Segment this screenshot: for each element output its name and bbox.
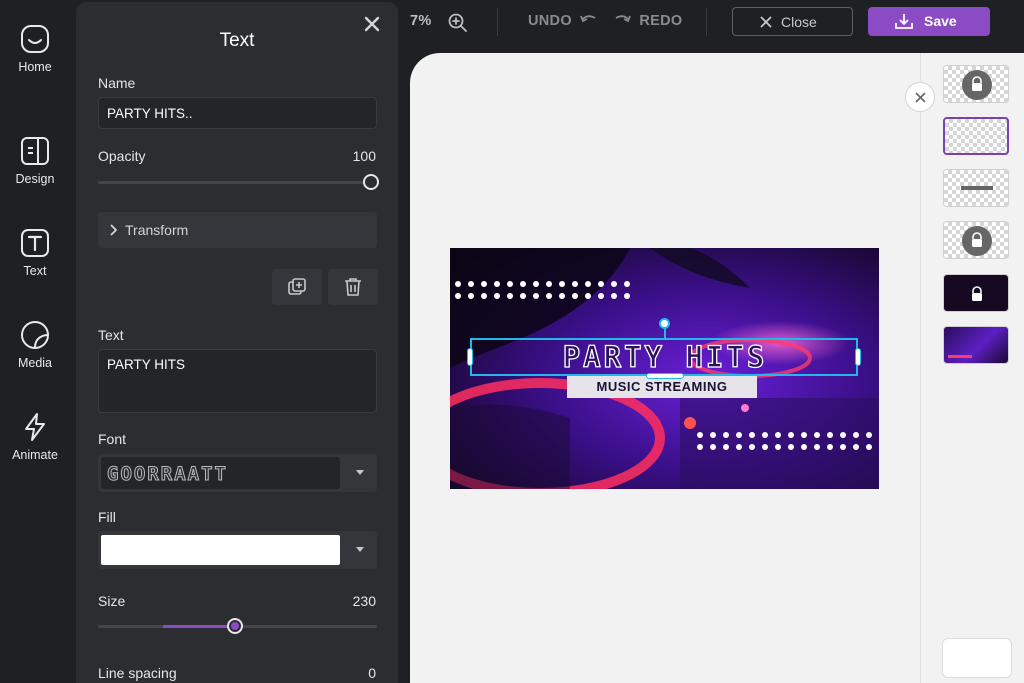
redo-button[interactable]: REDO xyxy=(614,13,682,29)
rail-animate-label: Animate xyxy=(12,448,58,462)
zoom-in-icon[interactable] xyxy=(448,13,467,32)
font-preview: GOORRAATT xyxy=(101,457,340,489)
home-icon xyxy=(21,25,49,53)
dot-pattern-top xyxy=(455,281,630,299)
fill-color-swatch[interactable] xyxy=(101,535,340,565)
redo-label: REDO xyxy=(639,13,683,29)
rail-design[interactable]: Design xyxy=(0,136,70,186)
fill-select[interactable] xyxy=(98,531,377,569)
transform-label: Transform xyxy=(125,222,189,238)
photo-preview-accent xyxy=(948,355,972,358)
download-icon xyxy=(895,14,913,29)
resize-handle-left[interactable] xyxy=(467,348,473,366)
layers-close-button[interactable] xyxy=(905,82,935,112)
font-label: Font xyxy=(98,431,127,447)
line-spacing-value: 0 xyxy=(368,665,376,681)
undo-button[interactable]: UNDO xyxy=(528,13,597,29)
subtitle-bar[interactable]: MUSIC STREAMING xyxy=(567,376,757,398)
chevron-down-icon xyxy=(356,547,364,552)
size-label: Size xyxy=(98,593,126,609)
rail-home[interactable]: Home xyxy=(0,24,70,74)
close-button[interactable]: Close xyxy=(732,7,853,36)
save-button[interactable]: Save xyxy=(868,7,990,36)
close-icon xyxy=(915,92,926,103)
redo-icon xyxy=(615,15,631,23)
trash-icon xyxy=(345,278,361,296)
add-layer-button[interactable] xyxy=(942,638,1012,678)
close-icon xyxy=(760,16,772,28)
duplicate-icon xyxy=(288,278,306,295)
lock-badge xyxy=(962,70,992,100)
media-icon xyxy=(21,321,50,349)
chevron-right-icon xyxy=(110,224,118,236)
size-value: 230 xyxy=(352,593,376,609)
layer-thumb-1[interactable] xyxy=(943,65,1009,103)
opacity-value: 100 xyxy=(352,148,376,164)
layer-thumb-4[interactable] xyxy=(943,221,1009,259)
dot-pattern-bottom xyxy=(697,432,872,450)
rotate-handle[interactable] xyxy=(659,318,670,329)
opacity-label: Opacity xyxy=(98,148,146,164)
animate-icon xyxy=(25,413,45,441)
lock-badge xyxy=(962,226,992,256)
text-label: Text xyxy=(98,327,124,343)
divider xyxy=(497,8,498,36)
design-canvas[interactable]: MUSIC STREAMING PARTY HITS xyxy=(410,53,920,683)
font-select[interactable]: GOORRAATT xyxy=(98,454,377,492)
name-label: Name xyxy=(98,75,136,91)
resize-handle-bottom[interactable] xyxy=(646,373,684,379)
layer-thumb-6-photo[interactable] xyxy=(943,326,1009,364)
lock-icon xyxy=(972,286,982,301)
close-icon[interactable] xyxy=(362,14,382,34)
zoom-level: 7% xyxy=(410,13,432,29)
name-input[interactable]: PARTY HITS.. xyxy=(98,97,377,129)
close-label: Close xyxy=(781,14,817,30)
text-icon xyxy=(21,229,49,257)
text-input[interactable]: PARTY HITS xyxy=(98,349,377,413)
rail-text[interactable]: Text xyxy=(0,228,70,278)
text-properties-panel: Text Name PARTY HITS.. Opacity 100 Trans… xyxy=(76,2,398,683)
undo-icon xyxy=(580,15,596,23)
rail-home-label: Home xyxy=(18,60,52,74)
resize-handle-right[interactable] xyxy=(855,348,861,366)
opacity-slider-thumb[interactable] xyxy=(363,174,379,190)
delete-button[interactable] xyxy=(328,269,378,305)
layers-panel xyxy=(905,53,1024,683)
opacity-slider-track[interactable] xyxy=(98,181,377,184)
transform-expander[interactable]: Transform xyxy=(98,212,377,248)
panel-title: Text xyxy=(219,30,255,51)
selection-box[interactable] xyxy=(467,318,861,379)
rail-design-label: Design xyxy=(15,172,55,186)
chevron-down-icon xyxy=(356,470,364,475)
layer-thumb-2-selected[interactable] xyxy=(943,117,1009,155)
lock-icon xyxy=(972,76,982,91)
lock-icon xyxy=(972,232,982,247)
size-slider-thumb[interactable] xyxy=(226,618,243,634)
rail-media-label: Media xyxy=(17,356,53,370)
line-spacing-label: Line spacing xyxy=(98,665,177,681)
side-rail: Home Design Text Media Animate xyxy=(0,0,70,683)
banner-design[interactable]: MUSIC STREAMING PARTY HITS xyxy=(450,248,879,489)
divider xyxy=(706,8,707,36)
rail-animate[interactable]: Animate xyxy=(0,412,70,462)
duplicate-button[interactable] xyxy=(272,269,322,305)
undo-label: UNDO xyxy=(528,13,572,29)
size-slider-fill xyxy=(163,625,235,628)
top-toolbar: 7% UNDO REDO Close Save xyxy=(398,0,1024,46)
rail-text-label: Text xyxy=(23,264,47,278)
layer-thumb-3[interactable] xyxy=(943,169,1009,207)
save-label: Save xyxy=(924,13,957,29)
rail-media[interactable]: Media xyxy=(0,320,70,370)
design-icon xyxy=(21,137,49,165)
text-layer-preview xyxy=(961,186,993,190)
layer-thumb-5[interactable] xyxy=(943,274,1009,312)
fill-label: Fill xyxy=(98,509,116,525)
